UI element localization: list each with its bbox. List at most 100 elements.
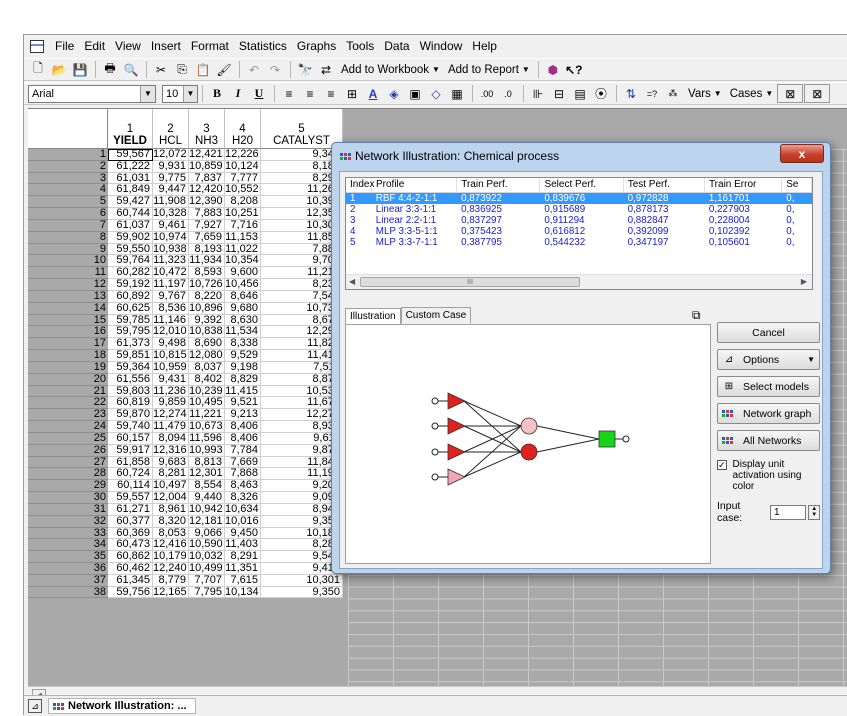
input-case-field[interactable]: 1 [770, 504, 807, 520]
save-icon[interactable]: 💾 [70, 60, 90, 79]
table-cell[interactable]: 61,345 [108, 574, 153, 587]
table-cell[interactable]: 12,390 [189, 196, 225, 209]
table-cell[interactable]: 61,037 [108, 219, 153, 232]
tab-custom-case[interactable]: Custom Case [400, 307, 472, 323]
table-cell[interactable]: 8,320 [153, 515, 189, 528]
table-cell[interactable]: 9,461 [153, 219, 189, 232]
table-cell[interactable]: 9,431 [153, 373, 189, 386]
variables-icon[interactable]: ⊪ [528, 84, 548, 103]
table-cell[interactable]: 9,450 [225, 527, 261, 540]
table-cell[interactable]: 8,646 [225, 290, 261, 303]
table-cell[interactable]: 8,829 [225, 373, 261, 386]
vars-button[interactable]: Vars ▼ [688, 88, 722, 100]
table-cell[interactable]: 61,556 [108, 373, 153, 386]
table-cell[interactable]: 8,338 [225, 338, 261, 351]
table-cell[interactable]: 60,369 [108, 527, 153, 540]
table-cell[interactable]: 8,402 [189, 373, 225, 386]
table-cell[interactable]: 59,427 [108, 196, 153, 209]
table-cell[interactable]: 11,236 [153, 385, 189, 398]
menu-insert[interactable]: Insert [146, 39, 186, 53]
menu-data[interactable]: Data [379, 39, 414, 53]
menu-help[interactable]: Help [467, 39, 502, 53]
list-column-header[interactable]: Profile [372, 178, 458, 192]
merge-cells-icon[interactable]: ⊞ [342, 84, 362, 103]
scroll-right-icon[interactable]: ▶ [801, 277, 807, 286]
list-item[interactable]: 2 Linear 3:3-1:1 0,836925 0,915689 0,878173 0… [346, 204, 812, 215]
table-cell[interactable]: 10,495 [189, 397, 225, 410]
table-cell[interactable]: 8,053 [153, 527, 189, 540]
menu-format[interactable]: Format [186, 39, 234, 53]
table-cell[interactable]: 9,198 [225, 361, 261, 374]
table-cell[interactable]: 8,961 [153, 503, 189, 516]
table-cell[interactable]: 60,724 [108, 468, 153, 481]
table-cell[interactable]: 7,927 [189, 219, 225, 232]
table-cell[interactable]: 11,479 [153, 421, 189, 433]
table-cell[interactable]: 10,673 [189, 421, 225, 433]
checkbox-checked-icon[interactable]: ✓ [717, 460, 727, 470]
table-cell[interactable]: 60,462 [108, 562, 153, 575]
italic-button[interactable]: I [228, 84, 248, 103]
table-cell[interactable]: 9,931 [153, 160, 189, 173]
table-cell[interactable]: 7,784 [225, 444, 261, 457]
menu-view[interactable]: View [110, 39, 146, 53]
table-cell[interactable]: 12,416 [153, 539, 189, 552]
table-cell[interactable]: 8,406 [225, 432, 261, 445]
row-header[interactable]: 14 [28, 302, 108, 315]
table-cell[interactable]: 11,323 [153, 255, 189, 268]
table-cell[interactable]: 59,567 [108, 149, 153, 161]
table-cell[interactable]: 10,472 [153, 267, 189, 280]
row-header[interactable]: 6 [28, 207, 108, 220]
cancel-button[interactable]: Cancel [717, 322, 820, 343]
line-pattern-icon[interactable]: ⊠ [804, 84, 831, 103]
table-cell[interactable]: 10,301 [261, 574, 343, 587]
table-cell[interactable]: 59,785 [108, 314, 153, 327]
document-icon[interactable] [30, 39, 44, 53]
column-header[interactable]: 5 CATALYST [261, 109, 343, 149]
column-header[interactable]: 2 HCL [153, 109, 189, 149]
menu-statistics[interactable]: Statistics [234, 39, 292, 53]
table-cell[interactable]: 59,550 [108, 243, 153, 256]
table-cell[interactable]: 10,896 [189, 302, 225, 315]
table-cell[interactable]: 12,274 [153, 409, 189, 422]
decrease-decimal-icon[interactable]: .0 [498, 84, 518, 103]
table-cell[interactable]: 8,094 [153, 432, 189, 445]
table-cell[interactable]: 12,165 [153, 586, 189, 599]
select-models-button[interactable]: ⊞ Select models [717, 376, 820, 397]
row-header[interactable]: 2 [28, 160, 108, 173]
row-header[interactable]: 38 [28, 586, 108, 599]
row-header[interactable]: 25 [28, 432, 108, 445]
table-cell[interactable]: 8,208 [225, 196, 261, 209]
bold-button[interactable]: B [207, 84, 227, 103]
table-cell[interactable]: 10,032 [189, 551, 225, 563]
table-cell[interactable]: 12,226 [225, 149, 261, 161]
table-cell[interactable]: 8,291 [225, 551, 261, 563]
table-cell[interactable]: 60,892 [108, 290, 153, 303]
table-cell[interactable]: 61,271 [108, 503, 153, 516]
spreadsheet-icon[interactable]: ▤ [570, 84, 590, 103]
close-button[interactable]: x [780, 144, 824, 163]
table-cell[interactable]: 59,795 [108, 326, 153, 339]
table-cell[interactable]: 10,124 [225, 160, 261, 173]
table-cell[interactable]: 7,669 [225, 456, 261, 469]
table-cell[interactable]: 10,959 [153, 361, 189, 374]
list-column-header[interactable]: Index [346, 178, 374, 192]
table-cell[interactable]: 61,222 [108, 160, 153, 173]
table-cell[interactable]: 10,993 [189, 444, 225, 457]
table-cell[interactable]: 9,440 [189, 492, 225, 504]
table-cell[interactable]: 8,813 [189, 456, 225, 469]
highlight-icon[interactable]: ◇ [426, 84, 446, 103]
table-cell[interactable]: 7,837 [189, 172, 225, 185]
table-cell[interactable]: 12,240 [153, 562, 189, 575]
list-column-header[interactable]: Select Perf. [540, 178, 624, 192]
row-header[interactable]: 3 [28, 172, 108, 185]
subset-icon[interactable]: ⁂ [663, 84, 683, 103]
borders-icon[interactable]: ▣ [405, 84, 425, 103]
cases-icon[interactable]: ⊟ [549, 84, 569, 103]
table-cell[interactable]: 9,521 [225, 397, 261, 410]
table-cell[interactable]: 9,498 [153, 338, 189, 351]
table-cell[interactable]: 12,010 [153, 326, 189, 339]
table-cell[interactable]: 59,870 [108, 409, 153, 422]
list-item[interactable]: 5 MLP 3:3-7-1:1 0,387795 0,544232 0,347197 0,… [346, 237, 812, 248]
table-cell[interactable]: 9,392 [189, 314, 225, 327]
table-cell[interactable]: 7,883 [189, 208, 225, 220]
